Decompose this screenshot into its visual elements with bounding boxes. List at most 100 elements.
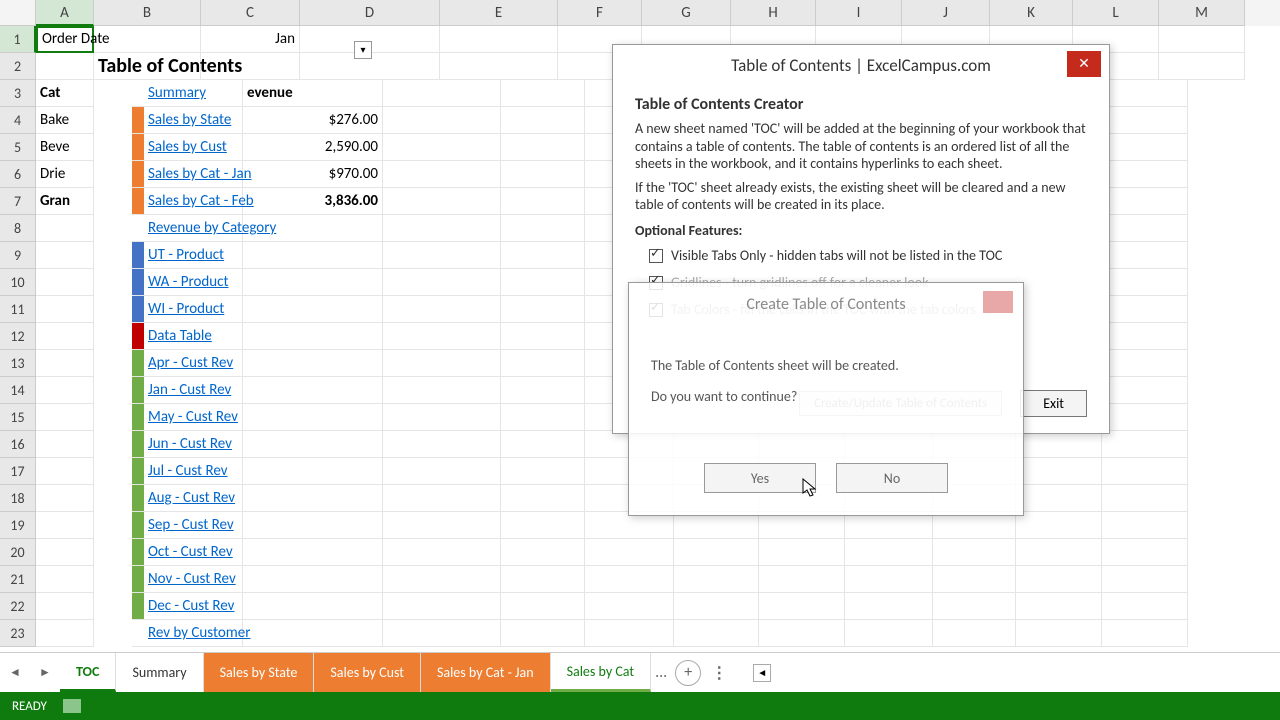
cell[interactable]	[36, 350, 94, 377]
cell[interactable]	[36, 512, 94, 539]
row-header[interactable]: 13	[0, 350, 36, 377]
row-header[interactable]: 22	[0, 593, 36, 620]
cell[interactable]	[36, 539, 94, 566]
cell[interactable]: $970.00	[243, 161, 383, 188]
col-header-B[interactable]: B	[94, 0, 201, 26]
cell[interactable]	[36, 377, 94, 404]
cell[interactable]	[440, 53, 558, 80]
cell[interactable]	[36, 53, 94, 80]
col-header-D[interactable]: D	[300, 0, 440, 26]
cell[interactable]	[1102, 134, 1188, 161]
col-header-G[interactable]: G	[642, 0, 731, 26]
cell[interactable]	[501, 377, 585, 404]
cell[interactable]	[243, 566, 383, 593]
cell[interactable]	[845, 539, 933, 566]
cell[interactable]	[1102, 269, 1188, 296]
cell[interactable]	[243, 458, 383, 485]
cell[interactable]	[383, 431, 501, 458]
cell[interactable]: Jul - Cust Rev	[144, 458, 243, 485]
cell[interactable]	[383, 350, 501, 377]
cell[interactable]	[759, 566, 845, 593]
cell[interactable]: Sales by Cat - Feb	[144, 188, 243, 215]
cell[interactable]	[383, 134, 501, 161]
cell[interactable]	[845, 593, 933, 620]
cell[interactable]	[383, 80, 501, 107]
cell[interactable]	[243, 539, 383, 566]
cell[interactable]	[243, 377, 383, 404]
cell[interactable]	[36, 458, 94, 485]
cell[interactable]	[674, 512, 759, 539]
cell[interactable]	[585, 620, 674, 647]
cell[interactable]: Data Table	[144, 323, 243, 350]
cell[interactable]	[1102, 323, 1188, 350]
toc-link[interactable]: UT - Product	[148, 246, 224, 264]
tab-nav-next-icon[interactable]: ►	[39, 665, 51, 680]
cell[interactable]	[36, 215, 94, 242]
close-icon[interactable]: ✕	[1067, 51, 1101, 77]
cell[interactable]	[933, 593, 1016, 620]
cell[interactable]: WI - Product	[144, 296, 243, 323]
cell[interactable]: Bake	[36, 107, 94, 134]
sheet-tab[interactable]: Summary	[116, 653, 203, 692]
sheet-tab[interactable]: Sales by State	[204, 653, 315, 692]
cell[interactable]: Apr - Cust Rev	[144, 350, 243, 377]
cell[interactable]	[501, 566, 585, 593]
cell[interactable]: Nov - Cust Rev	[144, 566, 243, 593]
col-header-E[interactable]: E	[440, 0, 558, 26]
cell[interactable]	[1016, 512, 1102, 539]
toc-link[interactable]: WI - Product	[148, 300, 224, 318]
cell[interactable]	[383, 404, 501, 431]
cell[interactable]: Sales by Cust	[144, 134, 243, 161]
cell[interactable]	[1102, 215, 1188, 242]
cell[interactable]	[1016, 431, 1102, 458]
cell-order-date[interactable]: Order Date	[36, 26, 94, 53]
cell[interactable]: Aug - Cust Rev	[144, 485, 243, 512]
cell[interactable]	[1102, 458, 1188, 485]
tabs-menu-icon[interactable]: ⋮	[711, 663, 729, 683]
cell[interactable]	[243, 296, 383, 323]
exit-button[interactable]: Exit	[1020, 390, 1087, 417]
cell[interactable]: Jun - Cust Rev	[144, 431, 243, 458]
toc-link[interactable]: Oct - Cust Rev	[148, 543, 233, 561]
cell[interactable]	[243, 323, 383, 350]
col-header-H[interactable]: H	[731, 0, 816, 26]
cell[interactable]	[383, 593, 501, 620]
toc-link[interactable]: Jul - Cust Rev	[148, 462, 228, 480]
toc-link[interactable]: Sales by Cat - Feb	[148, 192, 254, 210]
toc-link[interactable]: Sep - Cust Rev	[148, 516, 234, 534]
cell[interactable]	[383, 458, 501, 485]
cell[interactable]	[243, 485, 383, 512]
cell[interactable]	[585, 593, 674, 620]
toc-link[interactable]: Nov - Cust Rev	[148, 570, 236, 588]
cell[interactable]	[501, 458, 585, 485]
cell[interactable]	[501, 269, 585, 296]
cell[interactable]: Revenue by Category	[144, 215, 243, 242]
toc-link[interactable]: Sales by Cust	[148, 138, 227, 156]
row-header[interactable]: 12	[0, 323, 36, 350]
cell[interactable]	[674, 566, 759, 593]
cell[interactable]	[1102, 350, 1188, 377]
cell[interactable]	[243, 242, 383, 269]
row-header[interactable]: 5	[0, 134, 36, 161]
toc-link[interactable]: WA - Product	[148, 273, 229, 291]
cell[interactable]	[501, 485, 585, 512]
cell[interactable]: Gran	[36, 188, 94, 215]
cell[interactable]: WA - Product	[144, 269, 243, 296]
sheet-tab[interactable]: TOC	[60, 653, 116, 692]
cell[interactable]	[383, 485, 501, 512]
toc-link[interactable]: Dec - Cust Rev	[148, 597, 234, 615]
row-header[interactable]: 10	[0, 269, 36, 296]
cell[interactable]	[1102, 593, 1188, 620]
row-header[interactable]: 6	[0, 161, 36, 188]
toc-link[interactable]: Aug - Cust Rev	[148, 489, 235, 507]
cell[interactable]	[36, 404, 94, 431]
cell[interactable]	[1102, 539, 1188, 566]
toc-link[interactable]: May - Cust Rev	[148, 408, 238, 426]
cell[interactable]	[1102, 566, 1188, 593]
cell[interactable]: 2,590.00	[243, 134, 383, 161]
cell[interactable]	[501, 620, 585, 647]
row-header[interactable]: 14	[0, 377, 36, 404]
cell[interactable]	[759, 620, 845, 647]
cell[interactable]	[383, 107, 501, 134]
cell[interactable]: Jan	[201, 26, 300, 53]
